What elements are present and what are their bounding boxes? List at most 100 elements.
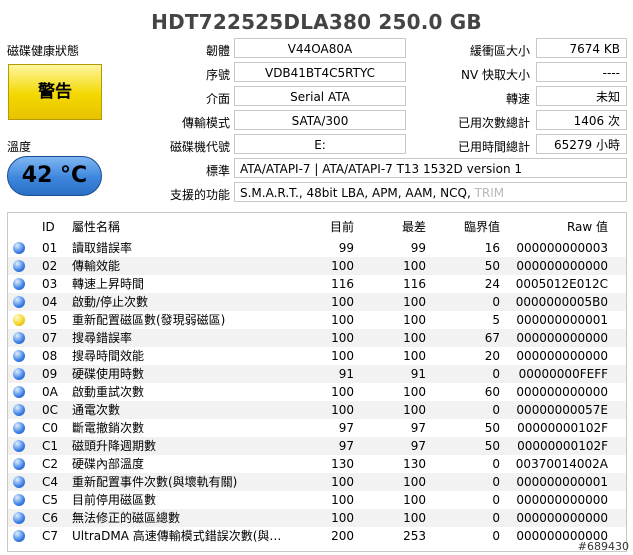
attribute-threshold: 16 (484, 241, 500, 255)
attribute-id: 09 (42, 367, 58, 381)
attribute-id: 04 (42, 295, 58, 309)
interface-label: 介面 (205, 92, 230, 106)
attribute-name: 讀取錯誤率 (72, 241, 133, 255)
health-label: 磁碟健康狀態 (7, 44, 80, 58)
attribute-threshold: 24 (484, 277, 500, 291)
attribute-id: C6 (42, 511, 59, 525)
attribute-id: 05 (42, 313, 58, 327)
health-status-badge[interactable]: 警告 (8, 64, 102, 120)
attribute-worst: 253 (403, 529, 426, 543)
attribute-current: 100 (331, 493, 354, 507)
smart-attributes-table[interactable]: ID 屬性名稱 目前 最差 臨界值 Raw 值 01 讀取錯誤率 99 99 16 000… (7, 212, 627, 552)
attribute-raw: 00370014002A (515, 457, 608, 471)
attribute-worst: 91 (410, 367, 426, 381)
attribute-current: 100 (331, 349, 354, 363)
attribute-current: 99 (338, 241, 354, 255)
attribute-worst: 97 (410, 439, 426, 453)
status-dot-icon (13, 350, 25, 362)
table-row[interactable]: C5 目前停用磁區數 100 100 0 000000000000 (8, 491, 626, 509)
table-row[interactable]: C0 斷電撤銷次數 97 97 50 00000000102F (8, 419, 626, 437)
attribute-raw: 0005012E012C (515, 277, 608, 291)
attribute-worst: 100 (403, 493, 426, 507)
attribute-raw: 000000000001 (516, 313, 608, 327)
buffer-label: 緩衝區大小 (469, 44, 530, 58)
table-row[interactable]: 05 重新配置磁區數(發現弱磁區) 100 100 5 000000000001 (8, 311, 626, 329)
serial-value: VDB41BT4C5RTYC (234, 62, 406, 82)
attribute-worst: 100 (403, 331, 426, 345)
table-header: ID 屬性名稱 目前 最差 臨界值 Raw 值 (8, 217, 626, 237)
watermark-text: #689430 (577, 540, 629, 553)
attribute-id: 0A (42, 385, 58, 399)
table-row[interactable]: 03 轉速上昇時間 116 116 24 0005012E012C (8, 275, 626, 293)
attribute-current: 116 (331, 277, 354, 291)
standard-label: 標準 (205, 164, 230, 178)
standard-value: ATA/ATAPI-7 | ATA/ATAPI-7 T13 1532D vers… (234, 158, 627, 178)
attribute-worst: 130 (403, 457, 426, 471)
attribute-raw: 000000000000 (516, 385, 608, 399)
header-current[interactable]: 目前 (298, 217, 354, 237)
attribute-threshold: 0 (492, 529, 500, 543)
attribute-name: 硬碟內部溫度 (72, 457, 145, 471)
table-row[interactable]: 09 硬碟使用時數 91 91 0 00000000FEFF (8, 365, 626, 383)
header-threshold[interactable]: 臨界值 (448, 217, 500, 237)
attribute-raw: 00000000102F (517, 421, 608, 435)
attribute-threshold: 0 (492, 457, 500, 471)
attribute-id: 0C (42, 403, 59, 417)
attribute-worst: 100 (403, 349, 426, 363)
status-dot-icon (13, 260, 25, 272)
status-dot-icon (13, 368, 25, 380)
attribute-name: 轉速上昇時間 (72, 277, 145, 291)
attribute-threshold: 50 (484, 439, 500, 453)
attribute-threshold: 20 (484, 349, 500, 363)
attribute-name: 傳輸效能 (72, 259, 121, 273)
transfer-mode-label: 傳輸模式 (181, 116, 230, 130)
power-on-count-value: 1406 次 (536, 110, 627, 130)
serial-label: 序號 (205, 68, 230, 82)
table-row[interactable]: 04 啟動/停止次數 100 100 0 0000000005B0 (8, 293, 626, 311)
header-worst[interactable]: 最差 (368, 217, 426, 237)
attribute-current: 100 (331, 331, 354, 345)
attribute-name: 啟動/停止次數 (72, 295, 149, 309)
attribute-current: 100 (331, 385, 354, 399)
attribute-raw: 000000000000 (516, 511, 608, 525)
attribute-threshold: 50 (484, 259, 500, 273)
temperature-badge[interactable]: 42 °C (7, 156, 102, 196)
header-name[interactable]: 屬性名稱 (72, 217, 120, 237)
header-id[interactable]: ID (42, 217, 55, 237)
status-dot-icon (13, 494, 25, 506)
attribute-worst: 100 (403, 385, 426, 399)
table-row[interactable]: C1 磁頭升降週期數 97 97 50 00000000102F (8, 437, 626, 455)
header-raw[interactable]: Raw 值 (508, 217, 608, 237)
table-row[interactable]: C2 硬碟內部溫度 130 130 0 00370014002A (8, 455, 626, 473)
attribute-worst: 116 (403, 277, 426, 291)
status-dot-icon (13, 422, 25, 434)
attribute-threshold: 60 (484, 385, 500, 399)
attribute-id: 08 (42, 349, 58, 363)
interface-value: Serial ATA (234, 86, 406, 106)
table-row[interactable]: C7 UltraDMA 高速傳輸模式錯誤次數(與… 200 253 0 000000000… (8, 527, 626, 545)
table-row[interactable]: C4 重新配置事件次數(與壞軌有關) 100 100 0 000000000001 (8, 473, 626, 491)
nv-cache-value: ---- (536, 62, 627, 82)
attribute-threshold: 50 (484, 421, 500, 435)
status-dot-icon (13, 404, 25, 416)
attribute-threshold: 67 (484, 331, 500, 345)
status-dot-icon (13, 512, 25, 524)
table-row[interactable]: 0C 通電次數 100 100 0 00000000057E (8, 401, 626, 419)
attribute-id: C1 (42, 439, 59, 453)
attribute-threshold: 0 (492, 475, 500, 489)
table-row[interactable]: 07 搜尋錯誤率 100 100 67 000000000000 (8, 329, 626, 347)
table-row[interactable]: 08 搜尋時間效能 100 100 20 000000000000 (8, 347, 626, 365)
table-row[interactable]: 0A 啟動重試次數 100 100 60 000000000000 (8, 383, 626, 401)
attribute-name: 搜尋時間效能 (72, 349, 145, 363)
firmware-value: V44OA80A (234, 38, 406, 58)
temperature-label: 溫度 (7, 140, 32, 154)
table-row[interactable]: C6 無法修正的磁區總數 100 100 0 000000000000 (8, 509, 626, 527)
attribute-id: C0 (42, 421, 59, 435)
table-row[interactable]: 02 傳輸效能 100 100 50 000000000000 (8, 257, 626, 275)
status-dot-icon (13, 440, 25, 452)
table-row[interactable]: 01 讀取錯誤率 99 99 16 000000000003 (8, 239, 626, 257)
status-dot-icon (13, 296, 25, 308)
attribute-worst: 100 (403, 313, 426, 327)
attribute-current: 97 (338, 439, 354, 453)
attribute-id: 03 (42, 277, 58, 291)
